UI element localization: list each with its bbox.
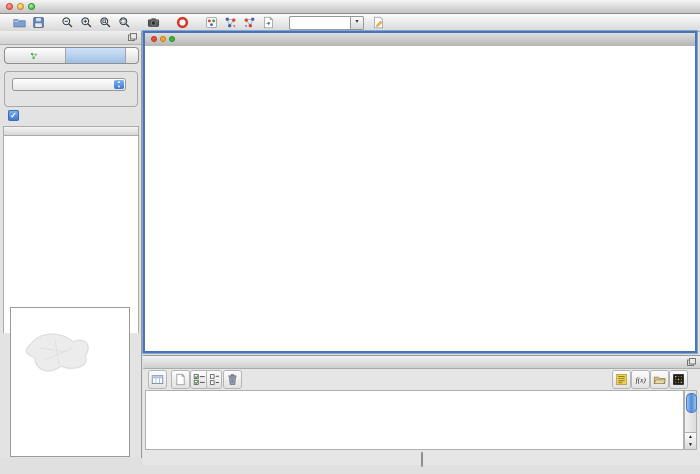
node-color-dropdown[interactable]: ▲▼	[12, 78, 126, 91]
svg-text:f(x): f(x)	[636, 375, 647, 384]
attribute-table-icon[interactable]	[148, 370, 167, 389]
delete-attribute-icon[interactable]	[223, 370, 242, 389]
inner-minimize-icon[interactable]	[160, 36, 166, 42]
status-bar	[0, 462, 700, 474]
help-icon[interactable]	[173, 15, 192, 30]
dropdown-stepper-icon: ▲▼	[114, 80, 124, 89]
data-panel: f(x) ▲▼	[143, 355, 700, 465]
inner-close-icon[interactable]	[151, 36, 157, 42]
tab-network[interactable]	[5, 48, 66, 63]
scrollbar-thumb[interactable]	[686, 393, 697, 413]
zoom-in-icon[interactable]	[77, 15, 96, 30]
function-builder-icon[interactable]: f(x)	[631, 370, 650, 389]
tab-overflow-arrow[interactable]	[126, 48, 138, 63]
attribute-table	[145, 390, 684, 450]
attribute-matrix-icon[interactable]	[669, 370, 688, 389]
new-attribute-icon[interactable]	[171, 370, 190, 389]
layout-2-icon[interactable]	[240, 15, 259, 30]
save-icon[interactable]	[29, 15, 48, 30]
network-canvas-container	[145, 46, 695, 351]
control-panel-tabs	[4, 47, 139, 64]
table-scrollbar[interactable]: ▲▼	[684, 390, 697, 450]
network-icon	[30, 52, 38, 60]
node-color-selection-group: ▲▼	[4, 71, 138, 107]
main-toolbar: ▾	[0, 14, 700, 32]
snapshot-icon[interactable]	[144, 15, 163, 30]
zoom-window-icon[interactable]	[28, 3, 35, 10]
network-tree-header	[3, 126, 139, 136]
import-attributes-icon[interactable]	[650, 370, 669, 389]
close-window-icon[interactable]	[6, 3, 13, 10]
network-view-window	[143, 31, 697, 353]
zoom-out-icon[interactable]	[58, 15, 77, 30]
search-dropdown-icon[interactable]: ▾	[350, 16, 364, 30]
cytoscape-window: ▾ ▲▼	[0, 0, 700, 474]
select-nodes-checkbox[interactable]: ✓	[8, 110, 19, 121]
zoom-fit-icon[interactable]	[96, 15, 115, 30]
float-panel-icon[interactable]	[128, 33, 137, 41]
select-nodes-row: ✓	[8, 110, 23, 121]
birdseye-network-silhouette	[11, 308, 129, 456]
vizmapper-icon[interactable]	[202, 15, 221, 30]
inner-zoom-icon[interactable]	[169, 36, 175, 42]
zoom-selected-icon[interactable]	[115, 15, 134, 30]
layout-1-icon[interactable]	[221, 15, 240, 30]
float-data-panel-icon[interactable]	[687, 358, 696, 366]
annotation-icon[interactable]	[259, 15, 278, 30]
search-input[interactable]	[289, 16, 350, 30]
open-icon[interactable]	[10, 15, 29, 30]
control-panel: ▲▼ ✓	[0, 31, 142, 458]
scrollbar-arrows[interactable]: ▲▼	[685, 432, 696, 449]
network-tree	[3, 136, 139, 333]
tab-mosaic[interactable]	[66, 48, 127, 63]
birdseye-view[interactable]	[10, 307, 130, 457]
unselect-attributes-icon[interactable]	[206, 370, 222, 389]
search-settings-icon[interactable]	[369, 15, 388, 30]
attribute-list-icon[interactable]	[612, 370, 631, 389]
network-canvas[interactable]	[145, 46, 695, 350]
data-panel-toolbar: f(x)	[143, 369, 700, 389]
network-view-titlebar[interactable]	[145, 33, 695, 47]
window-titlebar	[0, 0, 700, 14]
minimize-window-icon[interactable]	[17, 3, 24, 10]
